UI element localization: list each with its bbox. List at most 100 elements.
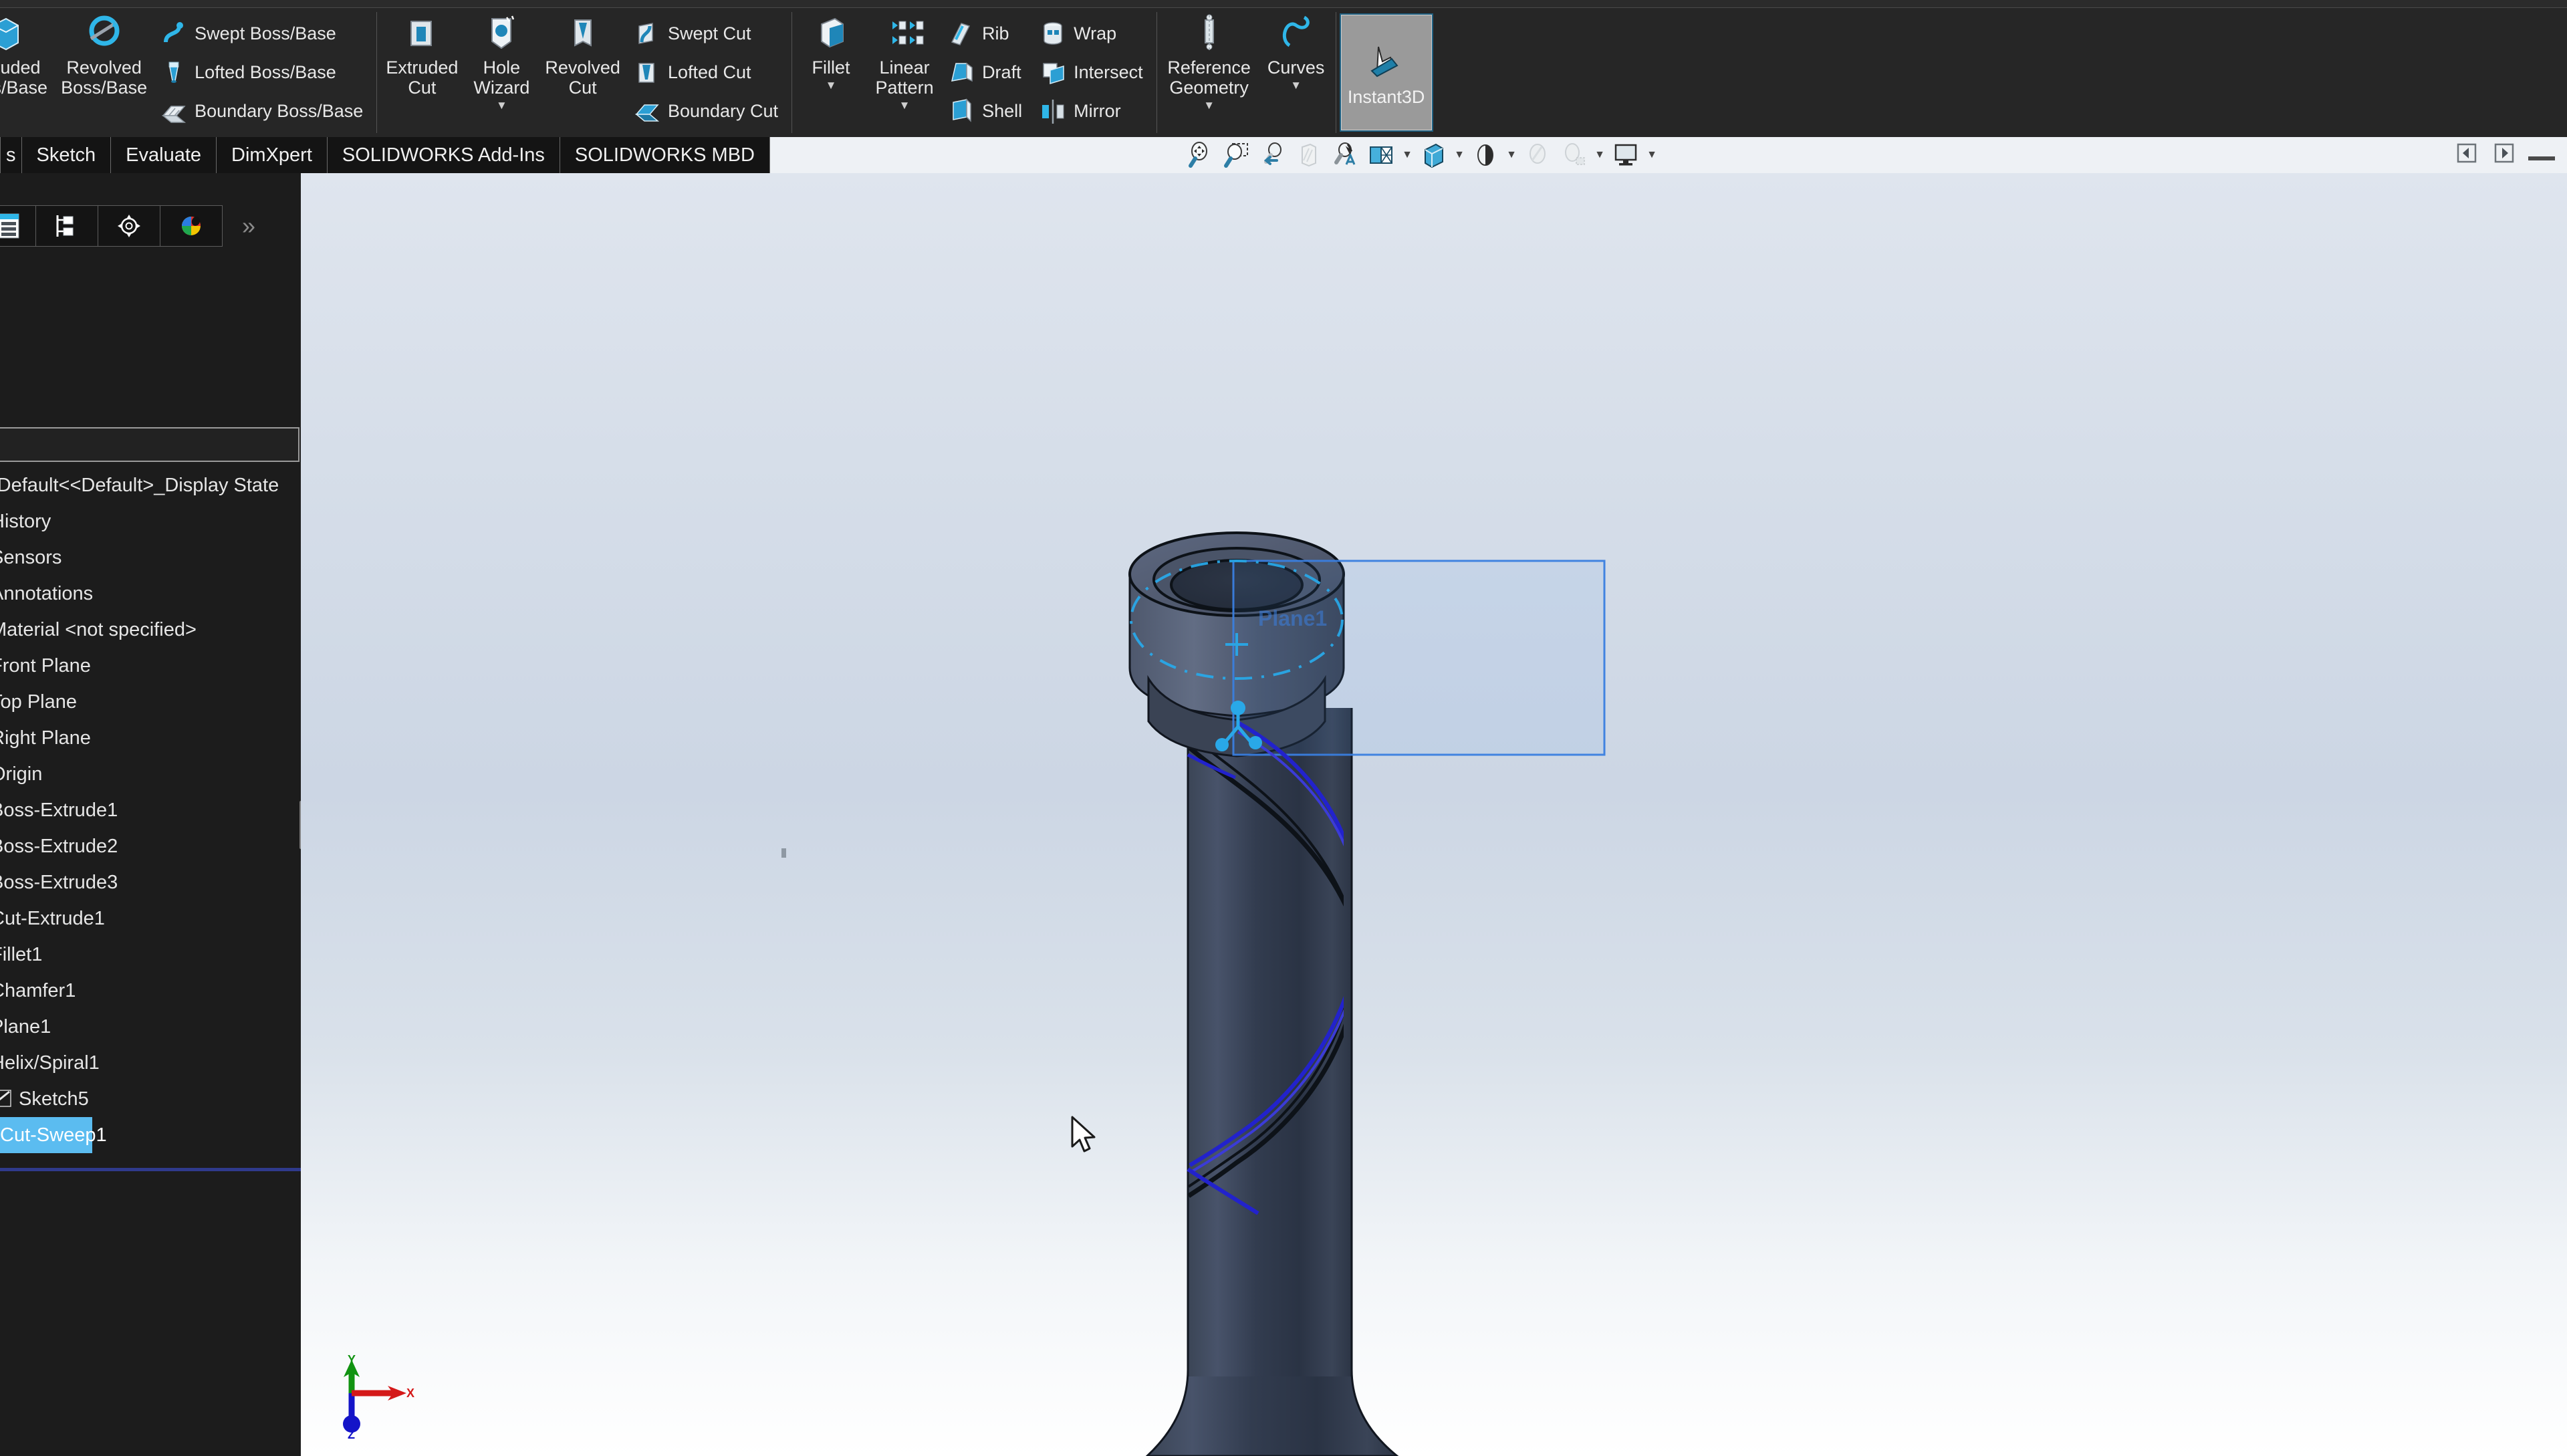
tree-item-material[interactable]: Material <not specified>: [0, 612, 301, 648]
graphics-viewport[interactable]: Plane1 Z Y X: [301, 173, 2567, 1456]
swept-boss-icon: [159, 19, 189, 49]
reference-geometry-dropdown-caret-icon[interactable]: ▼: [1203, 99, 1215, 112]
zoom-to-area-icon[interactable]: [1219, 138, 1254, 172]
curves-label: Curves: [1267, 57, 1325, 78]
minimize-bar-icon: [2528, 156, 2555, 160]
boundary-cut-button[interactable]: Boundary Cut: [628, 92, 787, 131]
tab-evaluate[interactable]: Evaluate: [111, 137, 217, 173]
tree-item-annotations[interactable]: Annotations: [0, 576, 301, 612]
tree-item-plane1[interactable]: Plane1: [0, 1009, 301, 1045]
intersect-label: Intersect: [1074, 62, 1143, 83]
lofted-boss-base-button[interactable]: Lofted Boss/Base: [155, 53, 372, 92]
stray-marker: [781, 848, 786, 858]
configuration-manager-tab[interactable]: [98, 205, 160, 247]
previous-pane-button[interactable]: [2453, 140, 2480, 166]
tree-item-chamfer1[interactable]: Chamfer1: [0, 973, 301, 1009]
view-toolbar: ▼ ▼ ▼: [1183, 138, 1659, 172]
tab-solidworks-mbd[interactable]: SOLIDWORKS MBD: [560, 137, 770, 173]
extruded-boss-base-button[interactable]: Extruded Boss/Base: [0, 8, 54, 137]
feature-tree-search-input[interactable]: [0, 427, 299, 462]
tree-item-cut-sweep1[interactable]: Cut-Sweep1: [0, 1117, 92, 1153]
next-pane-button[interactable]: [2491, 140, 2518, 166]
minimize-button[interactable]: [2528, 140, 2555, 166]
revolved-cut-button[interactable]: Revolved Cut: [538, 8, 627, 137]
tree-item-sketch5[interactable]: Sketch5: [0, 1081, 301, 1117]
draft-button[interactable]: Draft: [943, 53, 1031, 92]
lofted-cut-button[interactable]: Lofted Cut: [628, 53, 787, 92]
features-ribbon: Extruded Boss/Base Revolved Boss/Base: [0, 8, 2567, 137]
tree-item-right-plane[interactable]: Right Plane: [0, 720, 301, 756]
tree-item-boss-extrude1[interactable]: Boss-Extrude1: [0, 792, 301, 828]
linear-pattern-dropdown-caret-icon[interactable]: ▼: [899, 99, 910, 112]
rib-icon: [947, 19, 976, 49]
hide-show-items-icon[interactable]: [1416, 138, 1451, 172]
tree-item-sensors[interactable]: Sensors: [0, 539, 301, 576]
view-settings-icon[interactable]: [1556, 138, 1591, 172]
property-manager-tab[interactable]: [35, 205, 98, 247]
view-orientation-icon[interactable]: [1328, 138, 1362, 172]
tree-item-origin[interactable]: Origin: [0, 756, 301, 792]
command-tabs: s Sketch Evaluate DimXpert SOLIDWORKS Ad…: [0, 137, 770, 173]
shell-button[interactable]: Shell: [943, 92, 1031, 131]
rib-button[interactable]: Rib: [943, 15, 1031, 53]
intersect-button[interactable]: Intersect: [1034, 53, 1152, 92]
display-style-icon[interactable]: [1364, 138, 1398, 172]
mirror-button[interactable]: Mirror: [1034, 92, 1152, 131]
tree-item-helix-spiral1[interactable]: Helix/Spiral1: [0, 1045, 301, 1081]
tree-item-front-plane[interactable]: Front Plane: [0, 648, 301, 684]
boundary-boss-icon: [159, 97, 189, 126]
feature-manager-panel: » (Default<<Default>_Display State Histo…: [0, 173, 301, 1456]
display-manager-tab[interactable]: [160, 205, 223, 247]
tree-item-top-plane[interactable]: Top Plane: [0, 684, 301, 720]
swept-cut-icon: [632, 19, 662, 49]
swept-boss-base-button[interactable]: Swept Boss/Base: [155, 15, 372, 53]
reference-geometry-button[interactable]: Reference Geometry ▼: [1159, 8, 1259, 137]
display-style-caret-icon[interactable]: ▼: [1400, 138, 1415, 172]
feature-manager-tab[interactable]: [0, 205, 36, 247]
section-view-icon[interactable]: [1292, 138, 1326, 172]
boundary-boss-base-button[interactable]: Boundary Boss/Base: [155, 92, 372, 131]
modify-small-stack-2: Wrap Intersect: [1033, 8, 1154, 137]
curves-button[interactable]: Curves ▼: [1259, 8, 1333, 137]
boss-base-small-stack: Swept Boss/Base Lofted Boss/Base: [154, 8, 374, 137]
tab-solidworks-addins[interactable]: SOLIDWORKS Add-Ins: [328, 137, 560, 173]
previous-view-icon[interactable]: [1255, 138, 1290, 172]
hole-wizard-button[interactable]: Hole Wizard ▼: [465, 8, 538, 137]
wrap-label: Wrap: [1074, 23, 1116, 44]
feature-tree-rollback-bar[interactable]: [0, 1168, 301, 1171]
tree-item-boss-extrude2[interactable]: Boss-Extrude2: [0, 828, 301, 864]
tab-features-clipped[interactable]: s: [0, 137, 22, 173]
tree-item-display-state[interactable]: (Default<<Default>_Display State: [0, 467, 301, 503]
viewport-layout-caret-icon[interactable]: ▼: [1644, 138, 1659, 172]
apply-scene-icon[interactable]: [1520, 138, 1555, 172]
tree-item-cut-extrude1[interactable]: Cut-Extrude1: [0, 900, 301, 937]
linear-pattern-button[interactable]: Linear Pattern ▼: [868, 8, 941, 137]
tree-item-fillet1[interactable]: Fillet1: [0, 937, 301, 973]
edit-appearance-caret-icon[interactable]: ▼: [1504, 138, 1519, 172]
reference-geometry-label: Reference Geometry: [1167, 57, 1251, 98]
tree-item-history[interactable]: History: [0, 503, 301, 539]
view-settings-caret-icon[interactable]: ▼: [1592, 138, 1607, 172]
hole-wizard-dropdown-caret-icon[interactable]: ▼: [496, 99, 507, 112]
tree-item-boss-extrude3[interactable]: Boss-Extrude3: [0, 864, 301, 900]
fillet-button[interactable]: Fillet ▼: [794, 8, 868, 137]
wrap-icon: [1038, 19, 1068, 49]
viewport-layout-icon[interactable]: [1608, 138, 1643, 172]
curves-dropdown-caret-icon[interactable]: ▼: [1290, 79, 1302, 92]
boundary-cut-icon: [632, 97, 662, 126]
revolved-boss-base-button[interactable]: Revolved Boss/Base: [54, 8, 154, 137]
fillet-dropdown-caret-icon[interactable]: ▼: [826, 79, 837, 92]
instant3d-button[interactable]: Instant3D: [1340, 13, 1433, 132]
boundary-cut-label: Boundary Cut: [668, 101, 778, 122]
zoom-to-fit-icon[interactable]: [1183, 138, 1218, 172]
wrap-button[interactable]: Wrap: [1034, 15, 1152, 53]
swept-cut-button[interactable]: Swept Cut: [628, 15, 787, 53]
edit-appearance-icon[interactable]: [1468, 138, 1503, 172]
rib-label: Rib: [982, 23, 1009, 44]
instant3d-label: Instant3D: [1348, 87, 1425, 107]
hide-show-items-caret-icon[interactable]: ▼: [1452, 138, 1467, 172]
expand-panel-chevron-icon[interactable]: »: [222, 205, 275, 247]
tab-sketch[interactable]: Sketch: [22, 137, 112, 173]
extruded-cut-button[interactable]: Extruded Cut: [379, 8, 465, 137]
tab-dimxpert[interactable]: DimXpert: [217, 137, 328, 173]
